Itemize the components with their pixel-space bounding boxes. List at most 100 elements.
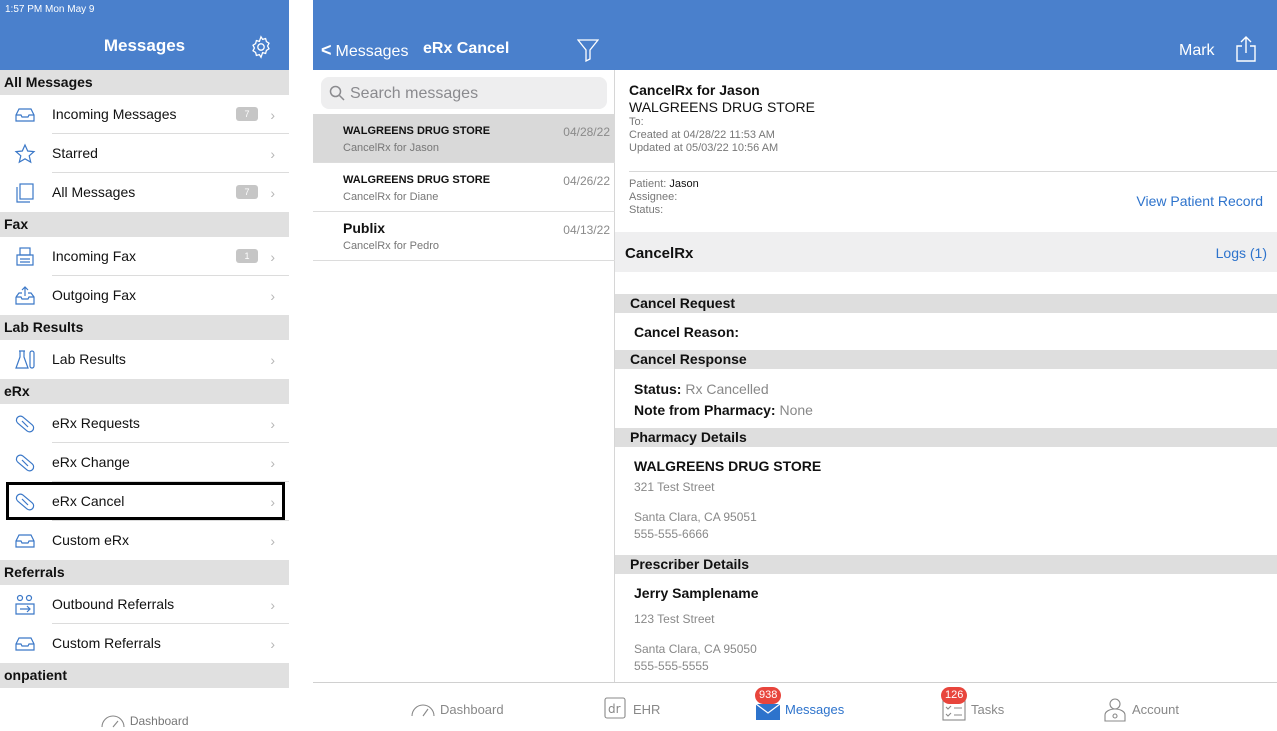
cancel-reason-row: Cancel Reason: <box>634 324 739 340</box>
message-row[interactable]: WALGREENS DRUG STORE CancelRx for Jason … <box>313 114 615 163</box>
gauge-icon <box>101 715 126 728</box>
lab-flask-icon <box>15 350 35 369</box>
sidebar-item-custom-referrals[interactable]: Custom Referrals › <box>0 624 289 663</box>
section-header-fax: Fax <box>0 212 289 237</box>
chevron-right-icon: › <box>270 494 275 510</box>
section-header-onpatient: onpatient <box>0 663 289 688</box>
cancel-request-header: Cancel Request <box>615 294 1277 313</box>
pill-icon <box>15 493 35 511</box>
chevron-right-icon: › <box>270 416 275 432</box>
count-badge: 7 <box>236 185 258 199</box>
sidebar-dashboard-link[interactable]: Dashboard <box>0 712 289 731</box>
sidebar-item-label: eRx Change <box>52 454 130 470</box>
detail-to: To: <box>629 116 644 128</box>
count-badge: 1 <box>236 249 258 263</box>
tab-label: EHR <box>633 702 661 717</box>
message-sender: WALGREENS DRUG STORE <box>343 125 491 137</box>
share-icon[interactable] <box>1234 35 1258 63</box>
fax-machine-icon <box>16 247 34 266</box>
section-header-all-messages: All Messages <box>0 70 289 95</box>
sidebar-item-label: Custom eRx <box>52 532 130 548</box>
tab-ehr[interactable]: dr EHR <box>603 696 673 722</box>
prescriber-city: Santa Clara, CA 95050 <box>634 642 757 656</box>
detail-updated: Updated at 05/03/22 10:56 AM <box>629 142 779 154</box>
message-detail-pane: Mark CancelRx for Jason WALGREENS DRUG S… <box>615 0 1277 682</box>
back-button[interactable]: < Messages <box>321 40 408 61</box>
message-row[interactable]: WALGREENS DRUG STORE CancelRx for Diane … <box>313 163 615 212</box>
view-patient-record-link[interactable]: View Patient Record <box>1136 193 1263 209</box>
filter-funnel-icon[interactable] <box>577 38 599 62</box>
sidebar-item-lab-results[interactable]: Lab Results › <box>0 340 289 379</box>
pharmacy-city: Santa Clara, CA 95051 <box>634 510 757 524</box>
sidebar-item-incoming-fax[interactable]: Incoming Fax 1 › <box>0 237 289 276</box>
sidebar-item-erx-cancel[interactable]: eRx Cancel › <box>0 482 289 521</box>
cancel-reason-label: Cancel Reason: <box>634 324 740 340</box>
sidebar-title: Messages <box>103 36 186 55</box>
tab-label: Account <box>1132 702 1179 717</box>
pill-icon <box>15 415 35 433</box>
note-value: None <box>779 402 813 418</box>
prescriber-phone: 555-555-5555 <box>634 659 709 673</box>
chevron-right-icon: › <box>270 288 275 304</box>
response-status-label: Status: <box>634 381 682 397</box>
pharmacy-details-header: Pharmacy Details <box>615 428 1277 447</box>
sidebar-item-label: Outgoing Fax <box>52 287 137 303</box>
cancelrx-title: CancelRx <box>625 245 694 262</box>
search-input[interactable]: Search messages <box>321 77 607 109</box>
gauge-icon <box>411 704 435 717</box>
pill-icon <box>15 454 35 472</box>
message-subject: CancelRx for Jason <box>343 142 439 154</box>
cancelrx-bar: CancelRx Logs (1) <box>615 232 1277 272</box>
sidebar-item-custom-erx[interactable]: Custom eRx › <box>0 521 289 560</box>
response-status-value: Rx Cancelled <box>685 381 769 397</box>
sidebar-item-outgoing-fax[interactable]: Outgoing Fax › <box>0 276 289 315</box>
note-row: Note from Pharmacy: None <box>634 402 813 418</box>
detail-summary: CancelRx for Jason WALGREENS DRUG STORE … <box>629 82 1269 155</box>
sidebar-item-label: eRx Cancel <box>52 493 125 509</box>
tab-dashboard[interactable]: Dashboard <box>410 696 510 722</box>
message-sender: Publix <box>343 220 386 236</box>
dr-logo-icon: dr <box>604 697 626 719</box>
tab-label: Tasks <box>971 702 1005 717</box>
patient-label: Patient: <box>629 178 667 190</box>
sidebar-item-label: Lab Results <box>52 351 126 367</box>
message-date: 04/26/22 <box>563 174 610 188</box>
sidebar-item-label: Incoming Fax <box>52 248 137 264</box>
sidebar-item-erx-requests[interactable]: eRx Requests › <box>0 404 289 443</box>
sidebar: 1:57 PM Mon May 9 Messages All Messages … <box>0 0 289 731</box>
gear-icon[interactable] <box>249 35 273 59</box>
referral-people-icon <box>15 594 35 615</box>
chevron-right-icon: › <box>270 107 275 123</box>
logs-link[interactable]: Logs (1) <box>1216 245 1267 261</box>
chevron-right-icon: › <box>270 636 275 652</box>
message-row[interactable]: Publix CancelRx for Pedro 04/13/22 <box>313 212 615 261</box>
patient-name: Jason <box>669 178 699 190</box>
tab-label: Messages <box>785 702 845 717</box>
pharmacy-name: WALGREENS DRUG STORE <box>634 458 821 474</box>
pharmacy-street: 321 Test Street <box>634 480 715 494</box>
sidebar-item-incoming-messages[interactable]: Incoming Messages 7 › <box>0 95 289 134</box>
prescriber-street: 123 Test Street <box>634 612 715 626</box>
tasks-count-badge: 126 <box>941 687 968 704</box>
detail-header: Mark <box>615 0 1277 70</box>
sidebar-item-label: eRx Requests <box>52 415 140 431</box>
tab-account[interactable]: Account <box>1102 696 1192 722</box>
sidebar-item-all-messages[interactable]: All Messages 7 › <box>0 173 289 212</box>
sidebar-item-starred[interactable]: Starred › <box>0 134 289 173</box>
mark-button[interactable]: Mark <box>1179 42 1215 60</box>
svg-text:dr: dr <box>608 702 621 716</box>
sidebar-list: All Messages Incoming Messages 7 › Starr… <box>0 70 289 688</box>
chevron-right-icon: › <box>270 146 275 162</box>
tab-messages[interactable]: 938 Messages <box>755 687 855 722</box>
sidebar-item-erx-change[interactable]: eRx Change › <box>0 443 289 482</box>
message-subject: CancelRx for Pedro <box>343 240 439 252</box>
outbox-icon <box>15 286 35 305</box>
response-status-row: Status: Rx Cancelled <box>634 381 769 397</box>
tab-bar: Dashboard dr EHR 938 Messages 126 Tasks … <box>313 682 1277 731</box>
tab-tasks[interactable]: 126 Tasks <box>941 687 1021 722</box>
sidebar-item-label: Outbound Referrals <box>52 596 175 612</box>
message-sender: WALGREENS DRUG STORE <box>343 174 491 186</box>
sidebar-item-outbound-referrals[interactable]: Outbound Referrals › <box>0 585 289 624</box>
doctor-person-icon <box>1104 698 1126 722</box>
chevron-right-icon: › <box>270 597 275 613</box>
